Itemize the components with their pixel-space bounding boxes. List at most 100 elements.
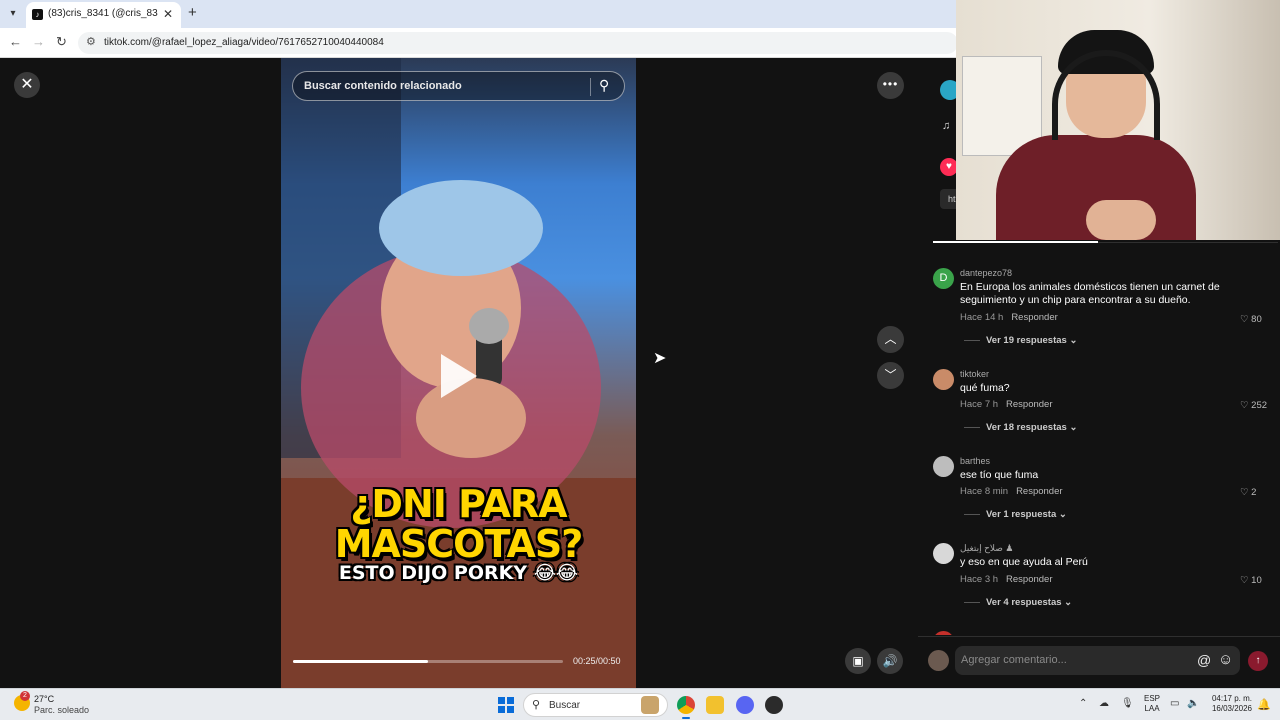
speaker-icon[interactable]: 🔈 (1187, 698, 1199, 709)
file-explorer-icon[interactable] (706, 696, 724, 714)
send-comment-button[interactable]: ↑ (1248, 651, 1268, 671)
chevron-up-icon[interactable]: ⌃ (1079, 698, 1087, 709)
comment-username[interactable]: barthes (960, 456, 990, 466)
view-replies-label: Ver 18 respuestas (986, 422, 1067, 433)
tab-title: (83)cris_8341 (@cris_8341) | Ti (48, 8, 158, 19)
video-caption-title: ¿DNI PARA MASCOTAS? (281, 484, 636, 564)
reply-button[interactable]: Responder (1006, 574, 1052, 585)
floating-player-icon[interactable]: ▣ (845, 648, 871, 674)
video-time: 00:25/00:50 (573, 656, 621, 666)
heart-outline-icon[interactable]: ♡ (1240, 575, 1249, 586)
microphone-icon[interactable]: 🎙 (1121, 698, 1134, 709)
comment-composer: Agregar comentario... @ ☺ ↑ (918, 636, 1280, 688)
site-info-icon[interactable]: ⚙ (86, 35, 96, 48)
comment-avatar[interactable] (933, 543, 954, 564)
tab-search-dropdown[interactable]: ▾ (4, 5, 22, 23)
discord-icon[interactable] (736, 696, 754, 714)
comment-like-count: 80 (1251, 314, 1262, 325)
clock[interactable]: 04:17 p. m. 16/03/2026 (1208, 694, 1252, 714)
reply-button[interactable]: Responder (1011, 312, 1057, 323)
comment-likes[interactable]: ♡ 252 (1240, 400, 1280, 411)
comment-likes[interactable]: ♡ 2 (1240, 487, 1280, 498)
view-replies-label: Ver 1 respuesta (986, 509, 1057, 520)
reply-button[interactable]: Responder (1006, 399, 1052, 410)
search-icon[interactable]: ⚲ (599, 77, 609, 94)
view-replies-button[interactable]: Ver 1 respuesta ⌄ (964, 509, 1067, 520)
related-search-placeholder: Buscar contenido relacionado (304, 80, 462, 92)
comment-meta: Hace 14 h Responder (960, 312, 1058, 323)
clock-time: 04:17 p. m. (1211, 694, 1252, 703)
comment-time: Hace 14 h (960, 312, 1004, 323)
volume-icon[interactable]: 🔊 (877, 648, 903, 674)
search-icon: ⚲ (532, 699, 541, 711)
comment-time: Hace 7 h (960, 399, 999, 410)
network-icon[interactable]: ▭ (1170, 698, 1179, 709)
user-avatar[interactable] (928, 650, 949, 671)
view-replies-label: Ver 19 respuestas (986, 335, 1067, 346)
taskbar-search-label: Buscar (549, 700, 581, 711)
browser-tab-active[interactable]: ♪ (83)cris_8341 (@cris_8341) | Ti ✕ (26, 2, 181, 28)
play-icon[interactable] (441, 354, 477, 398)
replies-dash (964, 426, 980, 428)
heart-outline-icon[interactable]: ♡ (1240, 314, 1249, 325)
heart-outline-icon[interactable]: ♡ (1240, 487, 1249, 498)
caption-line-1: ¿DNI PARA (350, 482, 567, 526)
microphone-head (469, 308, 509, 344)
tab-close-icon[interactable]: ✕ (163, 7, 173, 21)
start-windows-icon[interactable] (498, 697, 514, 713)
replies-dash (964, 339, 980, 341)
view-replies-button[interactable]: Ver 4 respuestas ⌄ (964, 597, 1072, 608)
chevron-down-icon: ⌄ (1069, 422, 1078, 433)
reload-icon[interactable]: ↻ (56, 34, 67, 50)
view-replies-button[interactable]: Ver 18 respuestas ⌄ (964, 422, 1077, 433)
comment-username[interactable]: tiktoker (960, 369, 989, 379)
video-progress-bar[interactable] (293, 660, 563, 663)
related-search-input[interactable]: Buscar contenido relacionado ⚲ (292, 71, 625, 101)
weather-temperature[interactable]: 27°C (34, 694, 54, 704)
weather-description[interactable]: Parc. soleado (34, 705, 89, 715)
comment-like-count: 252 (1251, 400, 1268, 411)
comment-like-count: 2 (1251, 487, 1257, 498)
tiktok-favicon-icon: ♪ (32, 9, 43, 20)
heart-outline-icon[interactable]: ♡ (1240, 400, 1249, 411)
search-highlight-icon[interactable] (641, 696, 659, 714)
more-options-button[interactable]: ••• (877, 72, 904, 99)
weather-badge: 2 (20, 691, 30, 701)
next-video-button[interactable]: ﹀ (877, 362, 904, 389)
comment-input[interactable]: Agregar comentario... @ ☺ (955, 646, 1240, 675)
previous-video-button[interactable]: ︿ (877, 326, 904, 353)
comment-text: qué fuma? (960, 382, 1010, 394)
new-tab-button[interactable]: + (188, 4, 197, 21)
comment-avatar[interactable] (933, 631, 954, 635)
comment-username[interactable]: صلاح إبتغيل ♟ (960, 543, 1014, 554)
comment-avatar[interactable] (933, 369, 954, 390)
close-video-button[interactable]: ✕ (14, 72, 40, 98)
comment-likes[interactable]: ♡ 80 (1240, 314, 1280, 325)
speaker-cap (379, 180, 543, 276)
mention-icon[interactable]: @ (1197, 652, 1211, 668)
chrome-icon[interactable] (677, 696, 695, 714)
video-player[interactable]: Buscar contenido relacionado ⚲ ¿DNI PARA… (281, 58, 636, 688)
search-divider (590, 78, 591, 96)
reply-button[interactable]: Responder (1016, 486, 1062, 497)
language-indicator[interactable]: ESP LAA (1144, 694, 1160, 714)
streamer (996, 20, 1216, 240)
onedrive-icon[interactable]: ☁ (1099, 698, 1109, 709)
comment-username[interactable]: dantepezo78 (960, 268, 1012, 278)
forward-icon[interactable]: → (32, 34, 45, 49)
comment-text: En Europa los animales domésticos tienen… (960, 281, 1220, 306)
notification-bell-icon[interactable]: 🔔 (1257, 698, 1271, 711)
obs-icon[interactable] (765, 696, 783, 714)
chevron-down-icon: ⌄ (1064, 597, 1073, 608)
comment-avatar[interactable] (933, 456, 954, 477)
comment-avatar[interactable]: D (933, 268, 954, 289)
view-replies-button[interactable]: Ver 19 respuestas ⌄ (964, 335, 1077, 346)
music-note-icon[interactable]: ♫ (942, 120, 950, 132)
emoji-icon[interactable]: ☺ (1218, 651, 1233, 668)
comment-meta: Hace 3 h Responder (960, 574, 1053, 585)
webcam-overlay (956, 0, 1280, 240)
back-icon[interactable]: ← (9, 34, 22, 49)
comment-likes[interactable]: ♡ 10 (1240, 575, 1280, 586)
address-bar[interactable]: ⚙ tiktok.com/@rafael_lopez_aliaga/video/… (78, 32, 958, 54)
video-progress-fill (293, 660, 428, 663)
